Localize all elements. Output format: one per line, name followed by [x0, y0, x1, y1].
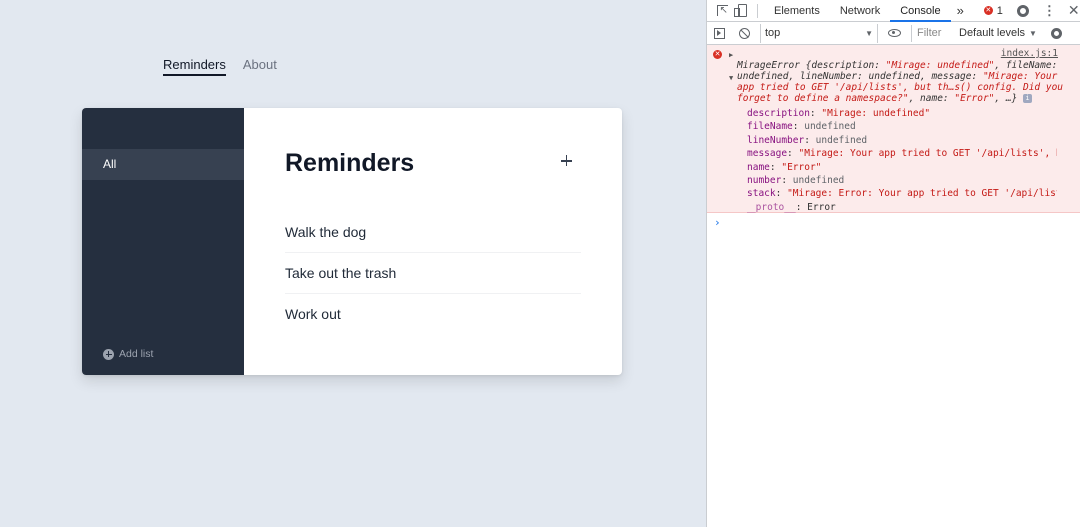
settings-gear-icon[interactable] [1016, 4, 1029, 17]
nav-link-reminders[interactable]: Reminders [163, 57, 226, 76]
property-value: undefined [815, 134, 868, 146]
show-sidebar-icon[interactable] [714, 27, 725, 39]
property-row: lineNumber: undefined [747, 134, 868, 146]
devtools-panel: Elements Network Console » ✕ 1 ⋮ ✕ top ▼… [706, 0, 1080, 527]
expanded-triangle-icon[interactable]: ▼ [729, 74, 733, 82]
property-key: fileName [747, 121, 793, 133]
property-key: stack [747, 188, 776, 200]
property-row: description: "Mirage: undefined" [747, 108, 931, 119]
context-select[interactable]: top ▼ [760, 23, 878, 43]
summary-description: "Mirage: undefined" [885, 60, 995, 71]
reminder-list: Walk the dog Take out the trash Work out [285, 212, 581, 335]
property-key: message [747, 148, 788, 160]
tab-console[interactable]: Console [890, 0, 951, 22]
reminder-item[interactable]: Work out [285, 294, 581, 335]
log-levels-label: Default levels [959, 27, 1026, 39]
property-value: "Mirage: undefined" [821, 108, 931, 119]
reminder-item[interactable]: Walk the dog [285, 212, 581, 253]
error-count-badge[interactable]: ✕ 1 [983, 4, 1003, 17]
property-row: message: "Mirage: Your app tried to GET … [747, 147, 1057, 160]
tab-elements[interactable]: Elements [764, 0, 830, 22]
collapsed-triangle-icon[interactable]: ▶ [729, 51, 733, 59]
summary-mid: , name: [908, 93, 955, 104]
context-value: top [765, 27, 781, 39]
summary-end: , …} [994, 93, 1018, 104]
dropdown-arrow-icon: ▼ [1029, 28, 1037, 38]
dropdown-arrow-icon: ▼ [865, 28, 873, 38]
proto-value: Error [807, 201, 836, 213]
console-prompt[interactable]: › [707, 216, 1080, 229]
plus-circle-icon [103, 348, 114, 360]
inspect-element-button[interactable] [707, 0, 729, 22]
property-key: name [747, 161, 770, 173]
property-value: undefined [792, 174, 845, 186]
add-reminder-button[interactable] [560, 154, 574, 168]
console-output: ✕ ▶ ▼ index.js:1 MirageError {descriptio… [707, 45, 1080, 229]
property-row: fileName: undefined [747, 121, 856, 133]
more-options-icon[interactable]: ⋮ [1043, 3, 1056, 19]
reminders-card: All Add list Reminders Walk the dog Take… [82, 108, 622, 375]
property-row: name: "Error" [747, 161, 822, 173]
property-key: number [747, 174, 782, 186]
inspect-icon [716, 5, 728, 16]
error-icon: ✕ [713, 50, 722, 59]
add-list-button[interactable]: Add list [103, 348, 153, 360]
divider [757, 3, 758, 18]
property-value: "Mirage: Error: Your app tried to GET '/… [787, 188, 1057, 200]
filter-input[interactable] [911, 24, 951, 42]
tab-network[interactable]: Network [830, 0, 890, 22]
top-nav: Reminders About [163, 57, 277, 76]
console-settings-gear-icon[interactable] [1050, 27, 1062, 39]
log-levels-dropdown[interactable]: Default levels ▼ [959, 27, 1037, 39]
reminders-main: Reminders Walk the dog Take out the tras… [244, 108, 622, 375]
clear-console-icon[interactable] [739, 27, 750, 39]
nav-link-about[interactable]: About [243, 57, 277, 76]
devtools-tabbar: Elements Network Console » ✕ 1 ⋮ ✕ [707, 0, 1080, 22]
sidebar-item-all[interactable]: All [82, 149, 244, 180]
property-key: lineNumber [747, 134, 805, 146]
live-expression-eye-icon[interactable] [888, 29, 901, 37]
summary-name: "Error" [954, 93, 995, 104]
reminder-item[interactable]: Take out the trash [285, 253, 581, 294]
error-icon: ✕ [983, 6, 993, 15]
error-properties: description: "Mirage: undefined" fileNam… [747, 107, 1062, 214]
property-value: "Mirage: Your app tried to GET '/api/lis… [798, 148, 1058, 160]
property-value: undefined [804, 121, 856, 133]
page-title: Reminders [285, 149, 415, 177]
add-list-label: Add list [119, 348, 154, 360]
proto-key: __proto__ [747, 201, 796, 213]
close-icon[interactable]: ✕ [1068, 2, 1080, 19]
console-toolbar: top ▼ Default levels ▼ [707, 22, 1080, 45]
property-value: "Error" [781, 161, 822, 173]
app-area: Reminders About All Add list Reminders W… [0, 0, 706, 527]
property-row: number: undefined [747, 174, 845, 186]
summary-prefix: MirageError {description: [737, 60, 886, 71]
info-icon[interactable]: i [1023, 94, 1033, 103]
console-error-message: ✕ ▶ ▼ index.js:1 MirageError {descriptio… [707, 45, 1080, 213]
error-count: 1 [996, 4, 1003, 17]
device-toolbar-button[interactable] [729, 0, 751, 22]
source-link[interactable]: index.js:1 [1001, 48, 1058, 59]
proto-row[interactable]: ▶__proto__: Error [747, 201, 1057, 214]
property-row: stack: "Mirage: Error: Your app tried to… [747, 187, 1057, 200]
more-tabs-button[interactable]: » [951, 3, 970, 18]
property-key: description [747, 108, 810, 119]
device-icon [733, 4, 747, 17]
lists-sidebar: All Add list [82, 108, 244, 375]
